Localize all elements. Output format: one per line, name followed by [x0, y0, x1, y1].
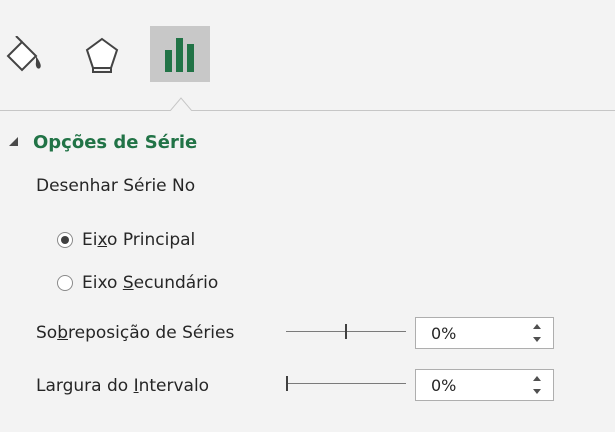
plot-series-on-label: Desenhar Série No [36, 176, 196, 196]
series-overlap-value[interactable]: 0% [431, 324, 456, 343]
gap-width-slider[interactable] [286, 374, 406, 394]
spin-down-icon[interactable] [533, 389, 541, 394]
tab-series-options[interactable] [150, 26, 210, 82]
paint-bucket-icon [2, 36, 46, 72]
radio-button-unchecked[interactable] [57, 275, 73, 291]
series-overlap-spinner[interactable]: 0% [415, 317, 554, 349]
slider-thumb[interactable] [345, 324, 347, 339]
bar-chart-icon [162, 34, 198, 74]
gap-width-label: Largura do Intervalo [36, 376, 210, 396]
gap-width-value[interactable]: 0% [431, 376, 456, 395]
gap-width-spinner[interactable]: 0% [415, 369, 554, 401]
series-options-header[interactable]: Opções de Série [9, 132, 197, 153]
primary-axis-label: Eixo Principal [82, 230, 196, 250]
pentagon-icon [82, 34, 122, 74]
tab-effects[interactable] [74, 26, 130, 82]
format-pane-tabbar [0, 0, 615, 112]
series-overlap-label: Sobreposição de Séries [36, 323, 235, 343]
spin-up-icon[interactable] [533, 324, 541, 329]
spin-up-icon[interactable] [533, 376, 541, 381]
secondary-axis-label: Eixo Secundário [82, 273, 219, 293]
section-title: Opções de Série [33, 132, 198, 153]
collapse-triangle-icon[interactable] [9, 137, 18, 146]
series-overlap-slider[interactable] [286, 322, 406, 342]
slider-thumb[interactable] [286, 376, 288, 391]
radio-secondary-axis[interactable]: Eixo Secundário [57, 273, 218, 293]
radio-button-checked[interactable] [57, 232, 73, 248]
tab-divider [0, 110, 615, 111]
selected-tab-caret [170, 97, 192, 111]
radio-primary-axis[interactable]: Eixo Principal [57, 230, 195, 250]
spin-down-icon[interactable] [533, 337, 541, 342]
tab-fill-line[interactable] [0, 26, 48, 82]
